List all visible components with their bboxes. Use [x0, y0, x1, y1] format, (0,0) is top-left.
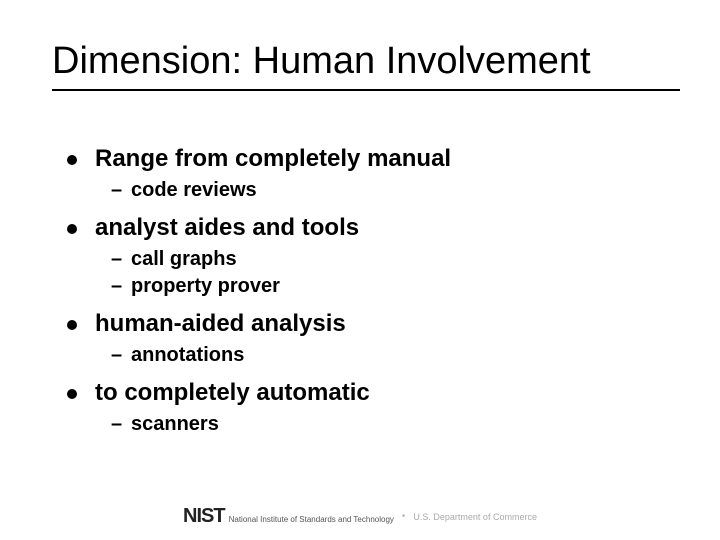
sub-item: annotations [111, 342, 660, 369]
bullet-item: to completely automatic scanners [67, 379, 660, 438]
sub-list: annotations [95, 342, 660, 369]
sub-item: scanners [111, 411, 660, 438]
sub-list: call graphs property prover [95, 246, 660, 300]
bullet-item: human-aided analysis annotations [67, 310, 660, 369]
footer: NIST National Institute of Standards and… [0, 505, 720, 528]
bullet-item: analyst aides and tools call graphs prop… [67, 214, 660, 300]
bullet-list: Range from completely manual code review… [67, 145, 660, 438]
bullet-text: to completely automatic [95, 379, 370, 406]
nist-logo: NIST National Institute of Standards and… [183, 505, 394, 528]
sub-item: code reviews [111, 177, 660, 204]
slide-title: Dimension: Human Involvement [52, 40, 680, 91]
sub-item: call graphs [111, 246, 660, 273]
bullet-text: Range from completely manual [95, 145, 451, 172]
sub-item: property prover [111, 273, 660, 300]
logo-mark: NIST [183, 505, 225, 528]
slide: Dimension: Human Involvement Range from … [0, 0, 720, 540]
separator-dot-icon: • [402, 511, 406, 522]
bullet-item: Range from completely manual code review… [67, 145, 660, 204]
bullet-text: human-aided analysis [95, 310, 346, 337]
sub-list: code reviews [95, 177, 660, 204]
logo-subtext: National Institute of Standards and Tech… [229, 516, 394, 524]
slide-body: Range from completely manual code review… [67, 145, 660, 448]
bullet-text: analyst aides and tools [95, 214, 359, 241]
dept-text: U.S. Department of Commerce [413, 512, 537, 522]
sub-list: scanners [95, 411, 660, 438]
